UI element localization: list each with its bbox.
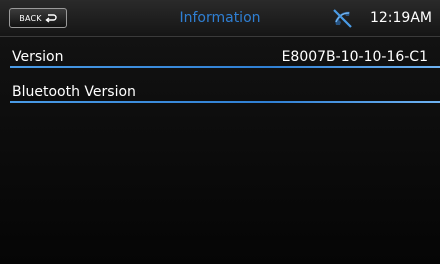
- row-divider: [10, 66, 440, 68]
- version-value: E8007B-10-10-16-C1: [281, 49, 428, 65]
- back-button-label: BACK: [19, 13, 42, 23]
- list-item-bluetooth-version[interactable]: Bluetooth Version: [0, 75, 440, 103]
- back-button[interactable]: BACK: [9, 8, 67, 28]
- row-divider: [10, 101, 440, 103]
- page-title: Information: [179, 10, 261, 26]
- phone-disconnected-icon: [333, 9, 352, 28]
- bluetooth-version-label: Bluetooth Version: [12, 84, 136, 100]
- return-arrow-icon: [45, 13, 57, 23]
- clock: 12:19AM: [369, 10, 432, 26]
- list-item-version[interactable]: Version E8007B-10-10-16-C1: [0, 40, 440, 68]
- version-label: Version: [12, 49, 64, 65]
- top-bar: BACK Information 12:19AM: [0, 0, 440, 37]
- info-screen: BACK Information 12:19AM Version E8007B-…: [0, 0, 440, 264]
